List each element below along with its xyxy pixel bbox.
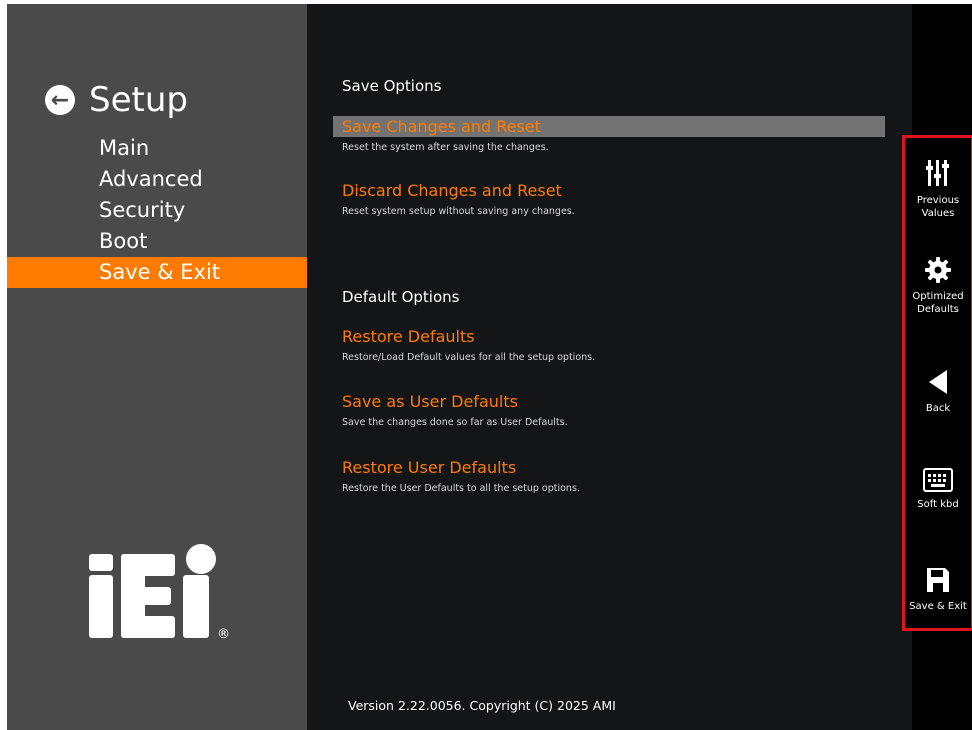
sidebar-nav: Main Advanced Security Boot Save & Exit [7,133,307,288]
sidebar-item-save-exit[interactable]: Save & Exit [7,257,307,288]
back-triangle-icon [929,370,947,394]
option-description: Restore the User Defaults to all the set… [342,483,580,494]
setup-header: ← Setup [45,80,188,120]
floppy-icon [927,568,949,592]
option-label[interactable]: Restore User Defaults [333,457,885,478]
option-description: Reset the system after saving the change… [342,142,549,153]
sidebar-item-advanced[interactable]: Advanced [7,164,307,195]
logo-i2-dot [186,544,216,574]
soft-keyboard-label: Soft kbd [917,499,959,510]
logo-i2-stem [183,575,209,638]
iei-logo: ® [89,544,230,642]
back-button[interactable]: Back [905,368,971,415]
sidebar-item-main[interactable]: Main [7,133,307,164]
option-restore-defaults[interactable]: Restore Defaults Restore/Load Default va… [333,326,885,363]
logo-e-mid [121,587,171,605]
main-panel: Save Options Save Changes and Reset Rese… [307,4,912,730]
option-description: Restore/Load Default values for all the … [342,352,596,363]
save-exit-button[interactable]: Save & Exit [905,566,971,613]
option-label[interactable]: Restore Defaults [333,326,885,347]
logo-e-top [121,554,175,576]
soft-keyboard-button[interactable]: Soft kbd [905,468,971,511]
save-options-heading: Save Options [342,77,442,95]
previous-values-label-1: Previous [916,195,960,206]
gear-icon [925,257,951,283]
default-options-heading: Default Options [342,288,460,306]
logo-i-dot [89,554,113,571]
option-save-changes-reset[interactable]: Save Changes and Reset Reset the system … [333,116,885,153]
option-save-user-defaults[interactable]: Save as User Defaults Save the changes d… [333,391,885,428]
optimized-defaults-label-2: Defaults [917,304,959,315]
option-label[interactable]: Save Changes and Reset [333,116,885,137]
previous-values-button[interactable]: Previous Values [905,158,971,220]
optimized-defaults-label-1: Optimized [912,291,964,302]
setup-title: Setup [89,80,188,120]
back-label: Back [925,403,951,414]
version-text: Version 2.22.0056. Copyright (C) 2025 AM… [348,698,616,713]
bios-screen: ← Setup Main Advanced Security Boot Save… [7,4,972,730]
optimized-defaults-button[interactable]: Optimized Defaults [905,256,971,316]
logo-i-stem [89,575,113,638]
action-panel: Previous Values Optimized Defaults Back [902,135,972,631]
option-description: Reset system setup without saving any ch… [342,206,575,217]
option-label[interactable]: Save as User Defaults [333,391,885,412]
sidebar-item-boot[interactable]: Boot [7,226,307,257]
save-exit-label: Save & Exit [909,601,967,612]
previous-values-label-2: Values [921,208,955,219]
option-restore-user-defaults[interactable]: Restore User Defaults Restore the User D… [333,457,885,494]
option-description: Save the changes done so far as User Def… [342,417,568,428]
option-discard-changes-reset[interactable]: Discard Changes and Reset Reset system s… [333,180,885,217]
option-label[interactable]: Discard Changes and Reset [333,180,885,201]
sidebar-item-security[interactable]: Security [7,195,307,226]
sidebar: ← Setup Main Advanced Security Boot Save… [7,4,307,730]
keyboard-icon [923,468,953,492]
back-arrow-icon[interactable]: ← [45,85,75,115]
logo-registered-mark: ® [217,627,230,642]
sliders-icon [926,160,949,186]
logo-e-bottom [121,616,175,638]
